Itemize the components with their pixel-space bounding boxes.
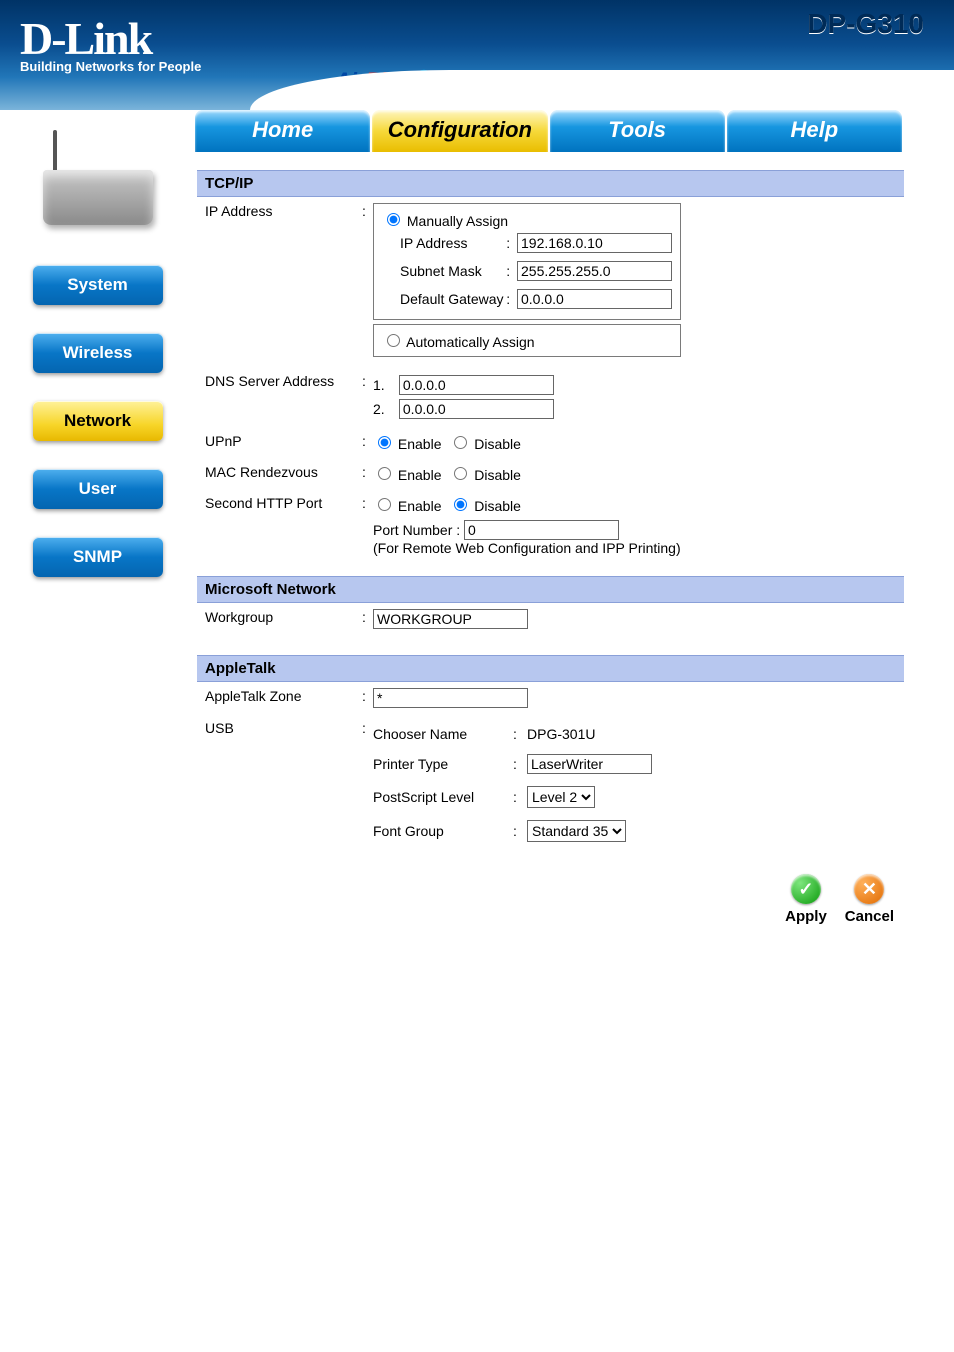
brand-tagline: Building Networks for People [20,59,201,74]
ps-level-label: PostScript Level [373,789,513,805]
gateway-input[interactable] [517,289,672,309]
device-image [33,130,163,235]
ps-level-select[interactable]: Level 2 [527,786,595,808]
printer-type-label: Printer Type [373,756,513,772]
upnp-disable-radio[interactable]: Disable [449,436,521,452]
auto-assign-radio[interactable]: Automatically Assign [382,334,535,350]
printer-type-input[interactable] [527,754,652,774]
manual-assign-box: Manually Assign IP Address : Subnet Mask… [373,203,681,320]
close-icon: ✕ [854,874,884,904]
check-icon: ✓ [791,874,821,904]
section-msnet-title: Microsoft Network [197,576,904,603]
mac-label: MAC Rendezvous [205,464,355,480]
tab-configuration[interactable]: Configuration [372,110,547,152]
sidebar-item-network[interactable]: Network [33,401,163,441]
brand-logo: D-Link [20,12,201,65]
font-group-label: Font Group [373,823,513,839]
section-tcpip-title: TCP/IP [197,170,904,197]
sidebar: System Wireless Network User SNMP [0,110,195,955]
manual-assign-radio[interactable]: Manually Assign [382,213,508,229]
workgroup-label: Workgroup [205,609,355,625]
upnp-label: UPnP [205,433,355,449]
section-atalk-title: AppleTalk [197,655,904,682]
header: D-Link Building Networks for People DP-G… [0,0,954,110]
cancel-button[interactable]: ✕ Cancel [845,874,894,925]
tab-tools[interactable]: Tools [550,110,725,152]
font-group-select[interactable]: Standard 35 [527,820,626,842]
auto-assign-box: Automatically Assign [373,324,681,357]
dns-label: DNS Server Address [205,373,355,389]
mac-enable-radio[interactable]: Enable [373,467,441,483]
model-block: DP-G310 [807,8,924,40]
ip-address-input[interactable] [517,233,672,253]
main: Home Configuration Tools Help TCP/IP IP … [195,110,954,955]
gateway-label: Default Gateway [400,291,506,307]
sidebar-item-user[interactable]: User [33,469,163,509]
usb-label: USB [205,720,355,736]
port-number-label: Port Number : [373,522,460,538]
workgroup-input[interactable] [373,609,528,629]
upnp-enable-radio[interactable]: Enable [373,436,441,452]
port-note: (For Remote Web Configuration and IPP Pr… [373,540,896,556]
zone-input[interactable] [373,688,528,708]
http-enable-radio[interactable]: Enable [373,498,441,514]
sidebar-item-system[interactable]: System [33,265,163,305]
chooser-value: DPG-301U [527,726,595,742]
ip-field-label: IP Address [400,235,506,251]
subnet-label: Subnet Mask [400,263,506,279]
model-subtitle: AirPlusG Wireless USB Print Server [335,64,924,95]
sidebar-item-wireless[interactable]: Wireless [33,333,163,373]
chooser-label: Chooser Name [373,726,513,742]
tabs: Home Configuration Tools Help [195,110,904,152]
model-name: DP-G310 [807,8,924,40]
subnet-mask-input[interactable] [517,261,672,281]
zone-label: AppleTalk Zone [205,688,355,704]
tab-help[interactable]: Help [727,110,902,152]
brand-block: D-Link Building Networks for People [20,12,201,74]
http-disable-radio[interactable]: Disable [449,498,521,514]
mac-disable-radio[interactable]: Disable [449,467,521,483]
sidebar-item-snmp[interactable]: SNMP [33,537,163,577]
tab-home[interactable]: Home [195,110,370,152]
apply-button[interactable]: ✓ Apply [785,874,827,925]
dns2-input[interactable] [399,399,554,419]
port-number-input[interactable] [464,520,619,540]
ip-address-label: IP Address [205,203,355,219]
http-label: Second HTTP Port [205,495,355,511]
dns1-input[interactable] [399,375,554,395]
